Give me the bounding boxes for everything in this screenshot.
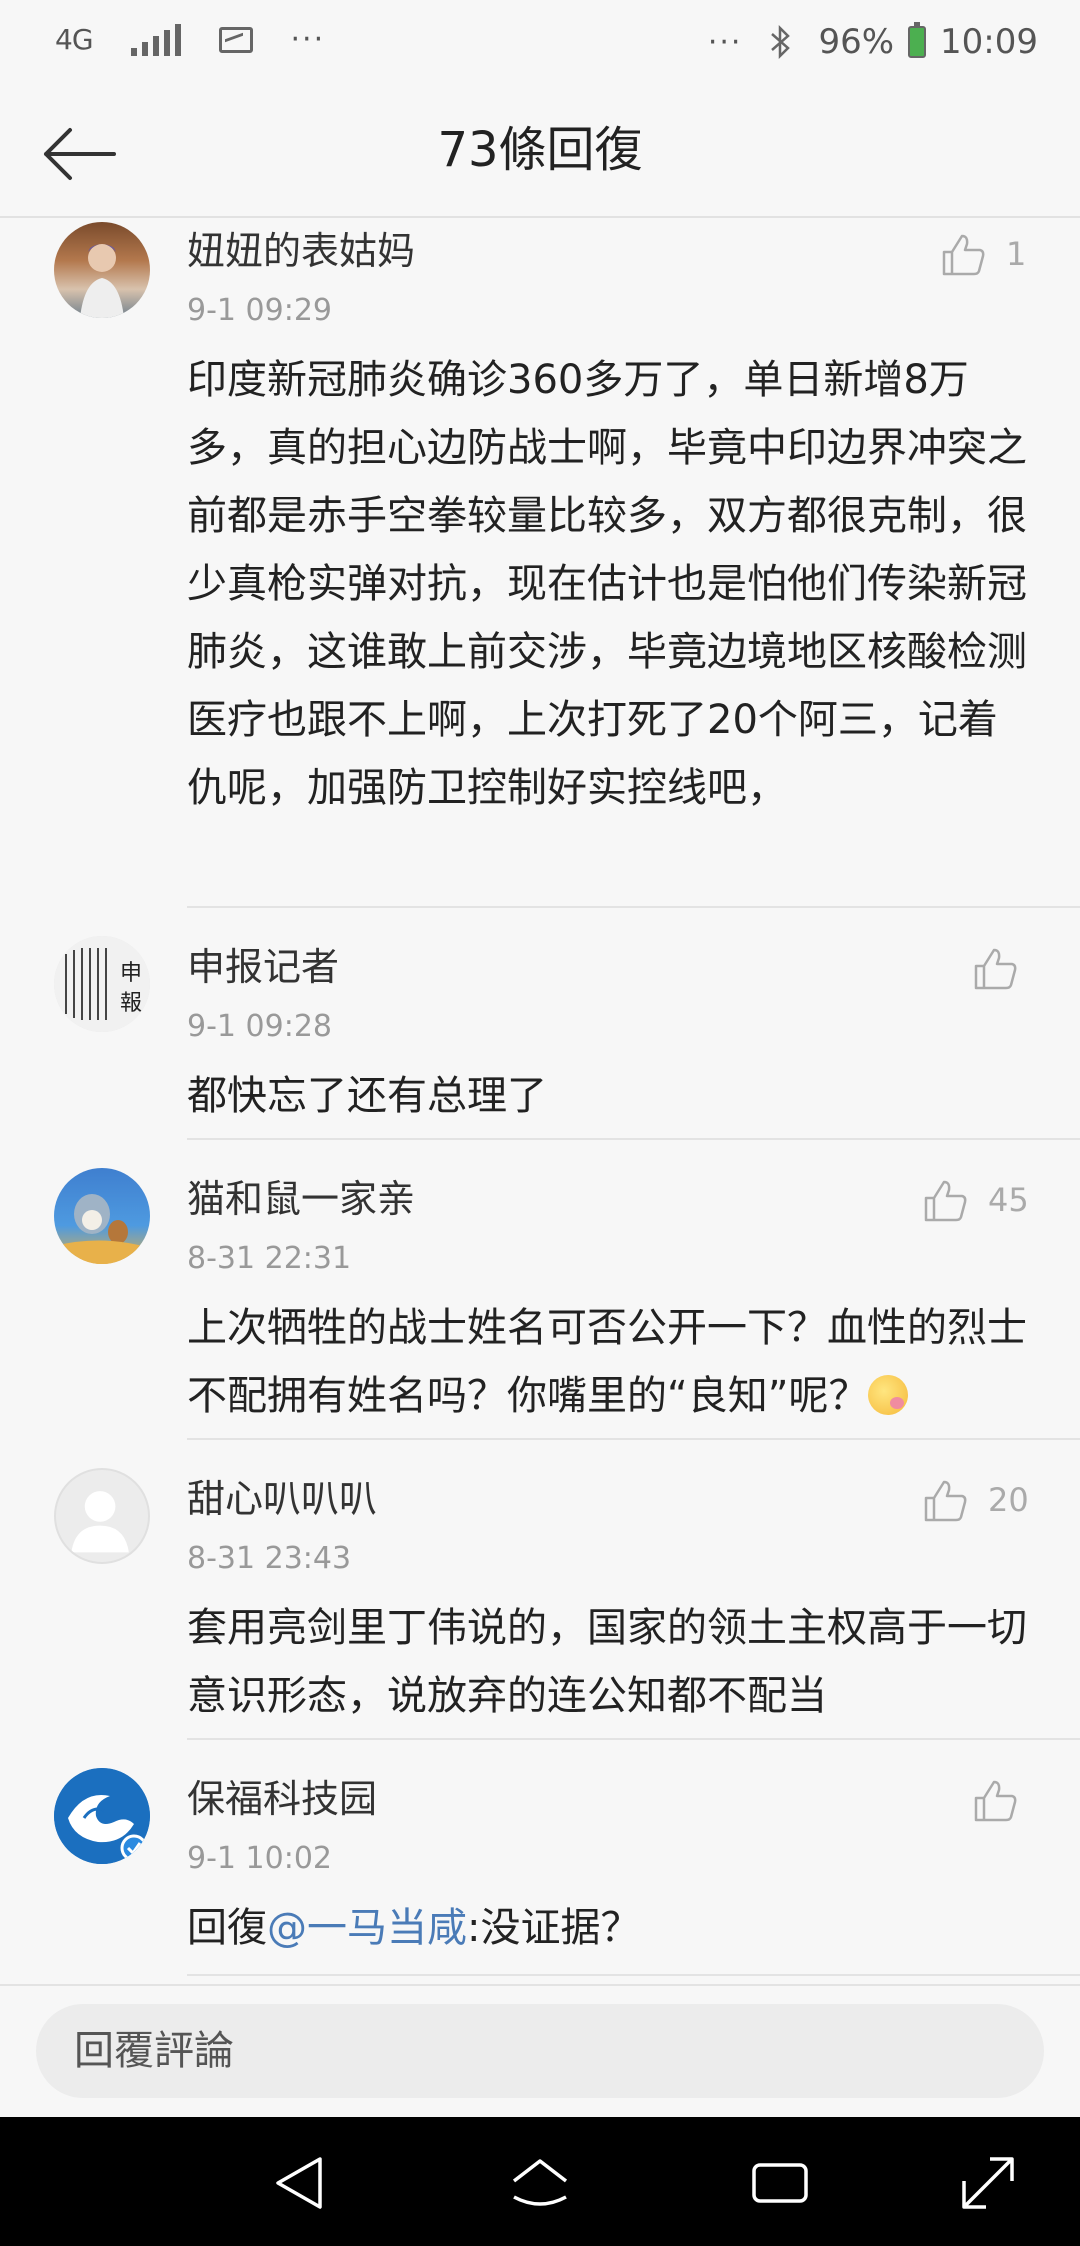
- divider: [187, 1438, 1080, 1440]
- reply-bar: 回覆評論: [0, 1984, 1080, 2118]
- thumbs-up-icon: [974, 948, 1017, 990]
- like-button[interactable]: [972, 1776, 1020, 1824]
- comment-text: 都快忘了还有总理了: [187, 1073, 547, 1119]
- divider: [187, 906, 1080, 908]
- comment-text: 回復@一马当咸:没证据？: [187, 1894, 1037, 1962]
- avatar[interactable]: 申 報: [54, 936, 150, 1032]
- yum-emoji-icon: [868, 1375, 909, 1415]
- svg-text:申: 申: [120, 961, 142, 986]
- comment-author[interactable]: 申报记者: [187, 944, 339, 990]
- mention-link[interactable]: @一马当咸: [267, 1905, 467, 1951]
- avatar[interactable]: [54, 1768, 150, 1864]
- like-button[interactable]: 45: [922, 1176, 1029, 1224]
- battery-percent: 96%: [818, 22, 895, 62]
- page-title: 73條回復: [437, 122, 643, 178]
- more-notifications-indicator: ···: [290, 22, 326, 57]
- thumbs-up-icon: [942, 234, 985, 276]
- like-button[interactable]: 1: [940, 230, 1026, 278]
- like-count: 1: [1006, 235, 1027, 273]
- more-status-indicator: ···: [707, 24, 743, 60]
- comment-text: 印度新冠肺炎确诊360多万了，单日新增8万多，真的担心边防战士啊，毕竟中印边界冲…: [187, 357, 1027, 811]
- thumbs-up-icon: [924, 1180, 967, 1222]
- triangle-back-icon[interactable]: [268, 2151, 332, 2215]
- comment-time: 8-31 22:31: [187, 1241, 352, 1276]
- comment-time: 9-1 09:28: [187, 1009, 332, 1044]
- battery-icon: [908, 22, 927, 58]
- comment-author[interactable]: 妞妞的表姑妈: [187, 228, 415, 274]
- like-button[interactable]: 20: [922, 1476, 1029, 1524]
- comment-time: 9-1 10:02: [187, 1841, 332, 1876]
- svg-text:報: 報: [120, 991, 142, 1016]
- avatar[interactable]: [54, 222, 150, 318]
- reply-text: :没证据？: [467, 1905, 641, 1951]
- comment-text: 套用亮剑里丁伟说的，国家的领土主权高于一切意识形态，说放弃的连公知都不配当: [187, 1605, 1027, 1719]
- thumbs-up-icon: [924, 1480, 967, 1522]
- top-app-bar: 73條回復: [0, 88, 1080, 218]
- comment-time: 8-31 23:43: [187, 1541, 352, 1576]
- divider: [187, 1738, 1080, 1740]
- home-icon[interactable]: [508, 2151, 572, 2215]
- expand-icon[interactable]: [956, 2151, 1020, 2215]
- recent-apps-icon[interactable]: [748, 2151, 812, 2215]
- reply-input[interactable]: 回覆評論: [36, 2004, 1044, 2098]
- comment-text: 上次牺牲的战士姓名可否公开一下？血性的烈士不配拥有姓名吗？你嘴里的“良知”呢？: [187, 1294, 1037, 1430]
- comment-time: 9-1 09:29: [187, 293, 332, 328]
- signal-icon: [130, 23, 181, 56]
- thumbs-up-icon: [974, 1780, 1017, 1822]
- avatar[interactable]: [54, 1468, 150, 1564]
- divider: [187, 1138, 1080, 1140]
- divider: [187, 1974, 1080, 1976]
- network-indicator: 4G: [55, 22, 94, 56]
- avatar[interactable]: [54, 1168, 150, 1264]
- like-count: 20: [988, 1481, 1029, 1519]
- comment-author[interactable]: 猫和鼠一家亲: [187, 1176, 415, 1222]
- image-notification-icon: [218, 26, 253, 53]
- comment-author[interactable]: 保福科技园: [187, 1776, 377, 1822]
- system-navigation-bar: [0, 2117, 1080, 2246]
- clock: 10:09: [940, 22, 1038, 62]
- like-button[interactable]: [972, 944, 1020, 992]
- reply-prefix: 回復: [187, 1905, 267, 1951]
- like-count: 45: [988, 1181, 1029, 1219]
- status-bar: 4G ··· ··· 96% 10:09: [0, 0, 1080, 88]
- comment-author[interactable]: 甜心叭叭叭: [187, 1476, 377, 1522]
- bluetooth-icon: [771, 24, 791, 60]
